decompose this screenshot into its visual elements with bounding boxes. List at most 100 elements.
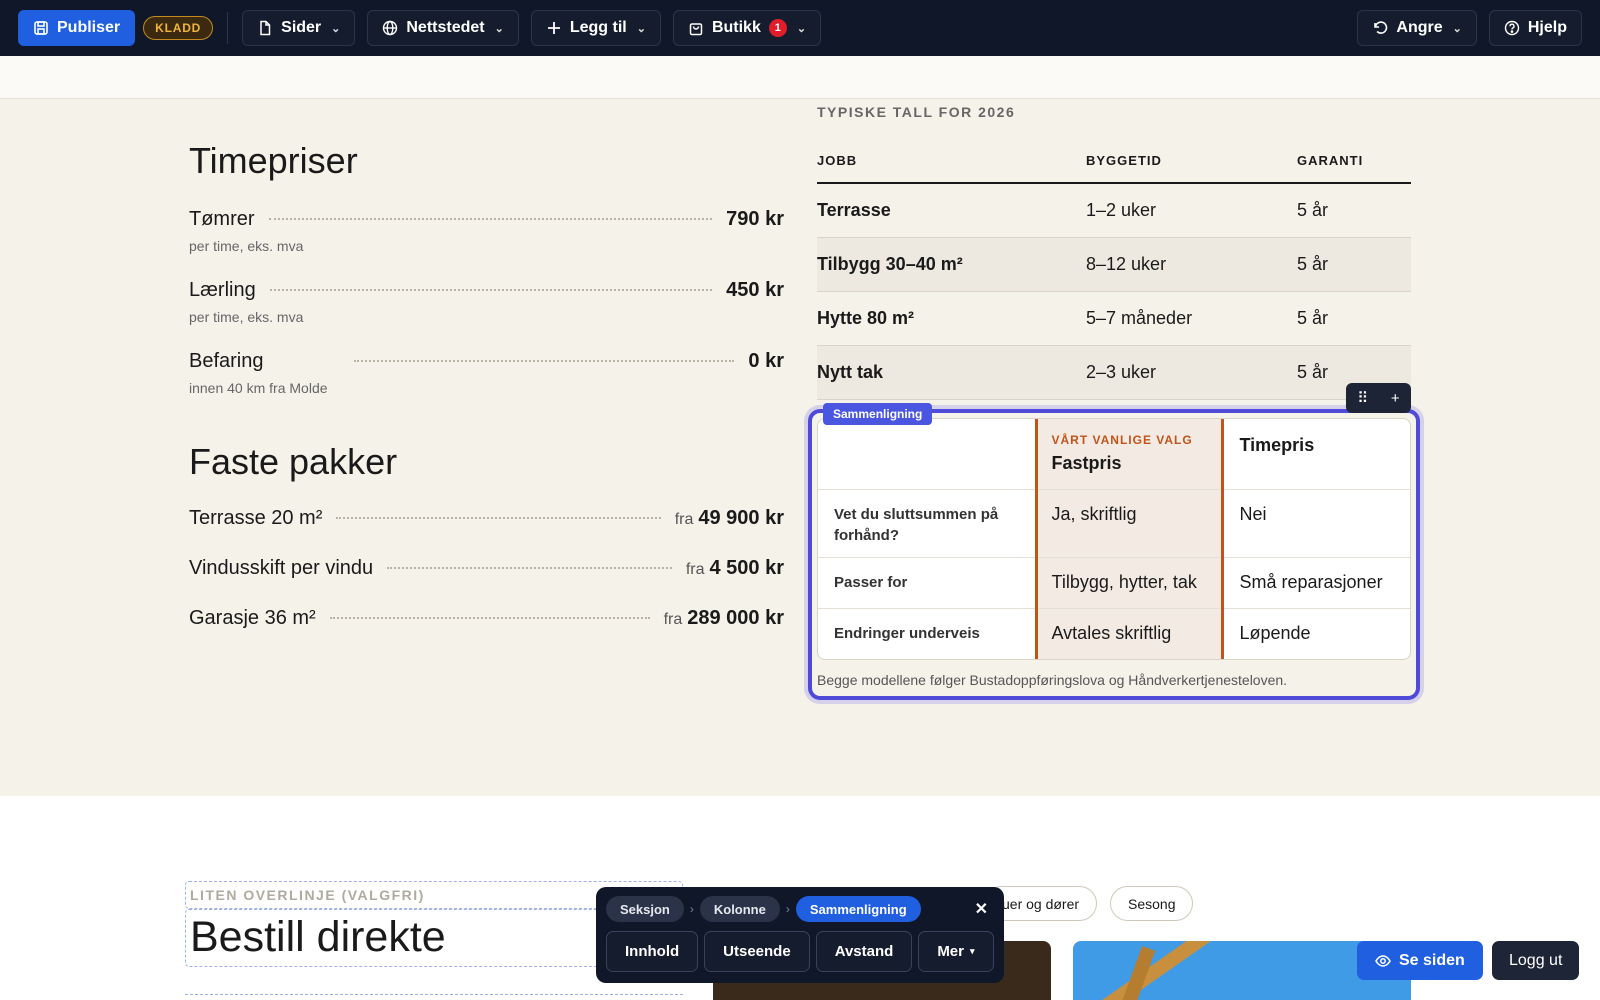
hourly-header: Timepris (1222, 419, 1410, 490)
shopping-bag-icon (689, 23, 703, 36)
logout-button[interactable]: Logg ut (1492, 941, 1580, 980)
table-row: Tilbygg 30–40 m² 8–12 uker 5 år (817, 237, 1411, 292)
close-icon[interactable]: ✕ (975, 899, 988, 919)
dot-leader (329, 617, 650, 619)
row-label: Passer for (818, 557, 1036, 609)
add-menu-button[interactable]: Legg til ⌄ (530, 10, 661, 46)
empty-corner-cell (818, 419, 1036, 490)
row-label: Vet du sluttsummen på forhånd? (818, 489, 1036, 558)
price-row: Lærling 450 kr per time, eks. mva (189, 279, 784, 325)
add-label: Legg til (569, 19, 627, 36)
hourly-cell: Små reparasjoner (1222, 557, 1410, 609)
caret-down-icon: ▾ (970, 946, 975, 956)
table-cell: 5 år (1297, 237, 1411, 292)
hourly-cell: Nei (1222, 489, 1410, 558)
site-label: Nettstedet (406, 19, 485, 36)
recommended-label: VÅRT VANLIGE VALG (1051, 433, 1193, 447)
column-header: GARANTI (1297, 138, 1411, 184)
drag-handle-icon[interactable]: ⠿ (1357, 389, 1368, 407)
comparison-table[interactable]: VÅRT VANLIGE VALG Fastpris Timepris Vet … (817, 418, 1411, 660)
table-cell: Tilbygg 30–40 m² (817, 237, 1086, 292)
publish-button[interactable]: Publiser (18, 10, 136, 46)
comparison-row: Endringer underveis Avtales skriftlig Lø… (818, 608, 1410, 659)
shop-menu-button[interactable]: Butikk 1 ⌄ (672, 10, 822, 46)
block-type-tag[interactable]: Sammenligning (823, 403, 933, 425)
tab-more[interactable]: Mer ▾ (918, 931, 994, 972)
dot-leader (336, 517, 661, 519)
dot-leader (269, 289, 713, 291)
table-cell: 5–7 måneder (1086, 291, 1297, 346)
comparison-row: Vet du sluttsummen på forhånd? Ja, skrif… (818, 489, 1410, 558)
package-row: Terrasse 20 m² fra 49 900 kr (189, 507, 784, 530)
globe-icon (383, 20, 398, 36)
price-note: per time, eks. mva (189, 238, 304, 254)
table-cell: Terrasse (817, 183, 1086, 238)
breadcrumb-separator-icon: › (689, 902, 694, 916)
breadcrumb-column[interactable]: Kolonne (699, 896, 780, 922)
pages-menu-button[interactable]: Sider ⌄ (242, 10, 356, 46)
table-cell: Nytt tak (817, 345, 1086, 400)
fixed-price-cell: Ja, skriftlig (1034, 489, 1224, 558)
dot-leader (268, 218, 713, 220)
table-row: Nytt tak 2–3 uker 5 år (817, 345, 1411, 400)
package-price: 4 500 kr (709, 557, 784, 579)
table-cell: 1–2 uker (1086, 183, 1297, 238)
table-cell: Hytte 80 m² (817, 291, 1086, 346)
package-row: Garasje 36 m² fra 289 000 kr (189, 607, 784, 630)
table-cell: 8–12 uker (1086, 237, 1297, 292)
dot-leader (387, 567, 672, 569)
price-note: innen 40 km fra Molde (189, 380, 328, 396)
chevron-down-icon: ⌄ (494, 22, 504, 35)
table-cell: 5 år (1297, 183, 1411, 238)
breadcrumb-section[interactable]: Seksjon (606, 896, 684, 922)
tab-content[interactable]: Innhold (606, 931, 699, 972)
block-editor-panel: Seksjon › Kolonne › Sammenligning ✕ Innh… (596, 887, 1004, 983)
eye-icon (1375, 954, 1391, 967)
undo-label: Angre (1396, 19, 1443, 36)
fixed-price-cell: Avtales skriftlig (1034, 608, 1224, 659)
table-cell: 5 år (1297, 291, 1411, 346)
price-prefix: fra (663, 611, 683, 628)
price-name: Befaring (189, 350, 264, 372)
undo-button[interactable]: Angre ⌄ (1357, 10, 1477, 46)
add-block-icon[interactable]: + (1391, 390, 1400, 407)
image-beam (1077, 941, 1249, 1000)
block-tools: ⠿ + (1346, 383, 1411, 413)
price-value: 790 kr (726, 208, 784, 230)
view-page-button[interactable]: Se siden (1357, 941, 1483, 980)
more-label: Mer (937, 943, 964, 960)
undo-icon (1374, 21, 1388, 34)
plus-icon (547, 22, 560, 34)
table-row: Hytte 80 m² 5–7 måneder 5 år (817, 291, 1411, 346)
tab-appearance[interactable]: Utseende (704, 931, 810, 972)
package-price: 49 900 kr (698, 507, 784, 529)
publish-label: Publiser (57, 19, 121, 36)
toolbar-divider (227, 12, 229, 44)
breadcrumb-separator-icon: › (785, 902, 790, 916)
help-button[interactable]: Hjelp (1488, 10, 1582, 46)
previous-section-edge (0, 56, 1600, 99)
package-price: 289 000 kr (687, 607, 784, 629)
site-menu-button[interactable]: Nettstedet ⌄ (367, 10, 519, 46)
fixed-packages-heading: Faste pakker (189, 441, 398, 482)
fixed-price-header: VÅRT VANLIGE VALG Fastpris (1034, 419, 1224, 490)
job-table: JOBB BYGGETID GARANTI Terrasse 1–2 uker … (817, 138, 1411, 400)
package-name: Vindusskift per vindu (189, 557, 374, 579)
price-row: Befaring 0 kr innen 40 km fra Molde (189, 350, 784, 396)
price-row: Tømrer 790 kr per time, eks. mva (189, 208, 784, 254)
chevron-down-icon: ⌄ (796, 22, 807, 35)
view-page-label: Se siden (1399, 951, 1465, 969)
price-name: Tømrer (189, 208, 255, 230)
shop-label: Butikk (711, 19, 761, 36)
breadcrumb-comparison[interactable]: Sammenligning (795, 896, 921, 922)
filter-chip[interactable]: Sesong (1110, 886, 1194, 921)
draft-badge: KLADD (143, 16, 214, 40)
chevron-down-icon: ⌄ (636, 22, 646, 35)
row-label: Endringer underveis (834, 624, 980, 642)
dot-leader (353, 360, 735, 362)
hourly-cell: Løpende (1239, 622, 1311, 643)
editable-field-outline[interactable] (185, 994, 683, 1000)
help-label: Hjelp (1527, 19, 1567, 36)
table-row: Terrasse 1–2 uker 5 år (817, 183, 1411, 238)
tab-spacing[interactable]: Avstand (815, 931, 913, 972)
